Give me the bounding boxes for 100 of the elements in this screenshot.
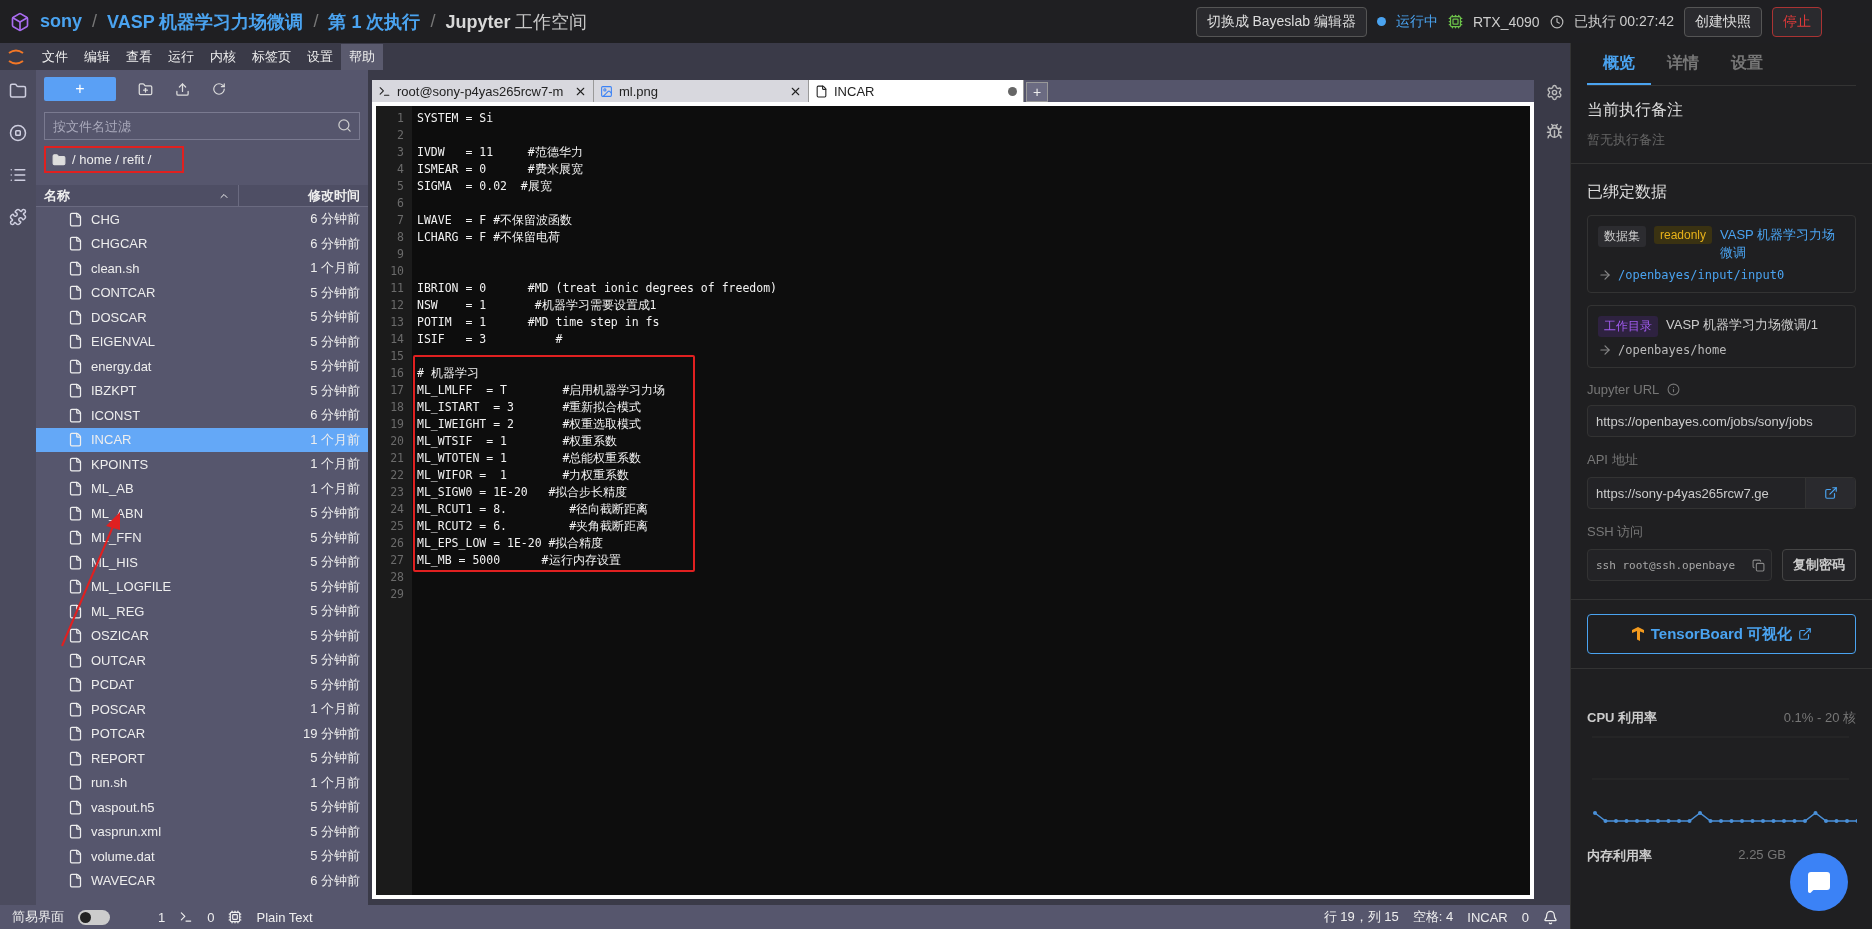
breadcrumb-link[interactable]: 第 1 次执行 [328, 9, 421, 34]
file-row[interactable]: EIGENVAL 5 分钟前 [36, 329, 368, 354]
file-name: vaspout.h5 [91, 799, 156, 815]
open-link-button[interactable] [1805, 478, 1855, 508]
panel-tab[interactable]: 详情 [1651, 43, 1715, 85]
tensorboard-button[interactable]: TensorBoard 可视化 [1587, 614, 1856, 654]
file-row[interactable]: OUTCAR 5 分钟前 [36, 648, 368, 673]
refresh-icon[interactable] [212, 82, 226, 96]
url-field[interactable]: https://openbayes.com/jobs/sony/jobs [1587, 405, 1856, 437]
stop-icon[interactable] [9, 124, 27, 142]
ssh-field[interactable]: ssh root@ssh.openbaye [1587, 549, 1772, 581]
info-icon[interactable] [1667, 383, 1681, 396]
code-line: ML_RCUT2 = 6. #夹角截断距离 [417, 518, 650, 535]
settings-icon[interactable] [1545, 84, 1563, 101]
dataset-link[interactable]: VASP 机器学习力场微调 [1720, 226, 1845, 262]
breadcrumb-link[interactable]: sony [40, 11, 82, 32]
menu-item[interactable]: 内核 [202, 43, 244, 70]
snapshot-button[interactable]: 创建快照 [1684, 6, 1762, 37]
modified-time: 6 分钟前 [310, 871, 360, 890]
file-row[interactable]: clean.sh 1 个月前 [36, 256, 368, 281]
file-row[interactable]: OSZICAR 5 分钟前 [36, 623, 368, 648]
menu-item[interactable]: 运行 [160, 43, 202, 70]
menu-item[interactable]: 设置 [299, 43, 341, 70]
new-folder-icon[interactable] [138, 81, 153, 97]
language-mode[interactable]: Plain Text [256, 909, 313, 925]
path-breadcrumb[interactable]: / home / refit / [72, 152, 152, 167]
menu-item[interactable]: 查看 [118, 43, 160, 70]
file-row[interactable]: energy.dat 5 分钟前 [36, 354, 368, 379]
file-name: DOSCAR [91, 309, 148, 325]
code-line: ML_RCUT1 = 8. #径向截断距离 [417, 501, 650, 518]
code-line: SYSTEM = Si [417, 110, 495, 127]
bug-icon[interactable] [1545, 123, 1563, 140]
file-name: ML_REG [91, 603, 146, 619]
filter-field[interactable]: 按文件名过滤 [44, 112, 360, 140]
list-icon[interactable] [9, 166, 27, 184]
file-row[interactable]: POSCAR 1 个月前 [36, 697, 368, 722]
mount-path: /openbayes/home [1618, 343, 1727, 357]
menu-item[interactable]: 标签页 [244, 43, 299, 70]
file-row[interactable]: vasprun.xml 5 分钟前 [36, 819, 368, 844]
line-number: 26 [389, 535, 405, 552]
breadcrumb-link[interactable]: Jupyter 工作空间 [445, 9, 588, 34]
modified-time: 5 分钟前 [310, 847, 360, 866]
tag: 工作目录 [1598, 316, 1658, 337]
file-row[interactable]: ICONST 6 分钟前 [36, 403, 368, 428]
modified-time: 5 分钟前 [310, 626, 360, 645]
file-row[interactable]: ML_LOGFILE 5 分钟前 [36, 574, 368, 599]
line-number: 25 [389, 518, 405, 535]
panel-tab[interactable]: 设置 [1715, 43, 1779, 85]
file-row[interactable]: ML_AB 1 个月前 [36, 476, 368, 501]
file-row[interactable]: CONTCAR 5 分钟前 [36, 280, 368, 305]
file-icon [68, 726, 83, 742]
stop-button[interactable]: 停止 [1772, 6, 1822, 37]
file-row[interactable]: PCDAT 5 分钟前 [36, 672, 368, 697]
file-row[interactable]: run.sh 1 个月前 [36, 770, 368, 795]
breadcrumb-link[interactable]: VASP 机器学习力场微调 [107, 9, 304, 34]
menu-item[interactable]: 编辑 [76, 43, 118, 70]
file-row[interactable]: ML_REG 5 分钟前 [36, 599, 368, 624]
file-icon [68, 236, 83, 252]
menu-item[interactable]: 文件 [34, 43, 76, 70]
file-row[interactable]: CHG 6 分钟前 [36, 207, 368, 232]
file-icon [68, 873, 83, 889]
file-row[interactable]: DOSCAR 5 分钟前 [36, 305, 368, 330]
menu-item[interactable]: 帮助 [341, 43, 383, 70]
file-row[interactable]: IBZKPT 5 分钟前 [36, 378, 368, 403]
file-row[interactable]: vaspout.h5 5 分钟前 [36, 795, 368, 820]
indent-setting[interactable]: 空格: 4 [1412, 908, 1454, 926]
file-icon [68, 505, 83, 521]
image-icon [600, 84, 613, 98]
file-row[interactable]: CHGCAR 6 分钟前 [36, 231, 368, 256]
bell-icon[interactable] [1543, 909, 1558, 925]
file-row[interactable]: volume.dat 5 分钟前 [36, 844, 368, 869]
file-row[interactable]: REPORT 5 分钟前 [36, 746, 368, 771]
file-row[interactable]: POTCAR 19 分钟前 [36, 721, 368, 746]
file-row[interactable]: KPOINTS 1 个月前 [36, 452, 368, 477]
puzzle-icon[interactable] [9, 208, 27, 226]
cursor-position[interactable]: 行 19，列 15 [1323, 908, 1399, 926]
panel-tab[interactable]: 概览 [1587, 43, 1651, 85]
api-field[interactable]: https://sony-p4yas265rcw7.ge [1587, 477, 1856, 509]
modified-time: 6 分钟前 [310, 234, 360, 253]
editor-tab[interactable]: INCAR [809, 80, 1024, 102]
chat-button[interactable] [1790, 853, 1848, 911]
file-icon [68, 799, 83, 815]
file-row[interactable]: WAVECAR 6 分钟前 [36, 868, 368, 893]
modified-time: 5 分钟前 [310, 749, 360, 768]
editor-tab[interactable]: ml.png [594, 80, 809, 102]
add-tab-button[interactable]: + [1026, 82, 1048, 102]
line-number: 11 [389, 280, 405, 297]
file-icon [68, 260, 83, 276]
column-header[interactable]: 名称 [36, 185, 238, 206]
file-name: PCDAT [91, 677, 136, 693]
switch-editor-button[interactable]: 切换成 Bayeslab 编辑器 [1195, 6, 1367, 37]
file-icon [68, 652, 83, 668]
copy-password-button[interactable]: 复制密码 [1782, 549, 1856, 581]
simple-mode-toggle[interactable] [78, 909, 110, 925]
clock-icon [1549, 14, 1564, 29]
folder-icon[interactable] [9, 82, 27, 100]
editor-tab[interactable]: root@sony-p4yas265rcw7-m [372, 80, 594, 102]
field-label: Jupyter URL [1587, 382, 1660, 397]
upload-icon[interactable] [175, 81, 190, 97]
copy-icon[interactable] [1752, 558, 1765, 572]
